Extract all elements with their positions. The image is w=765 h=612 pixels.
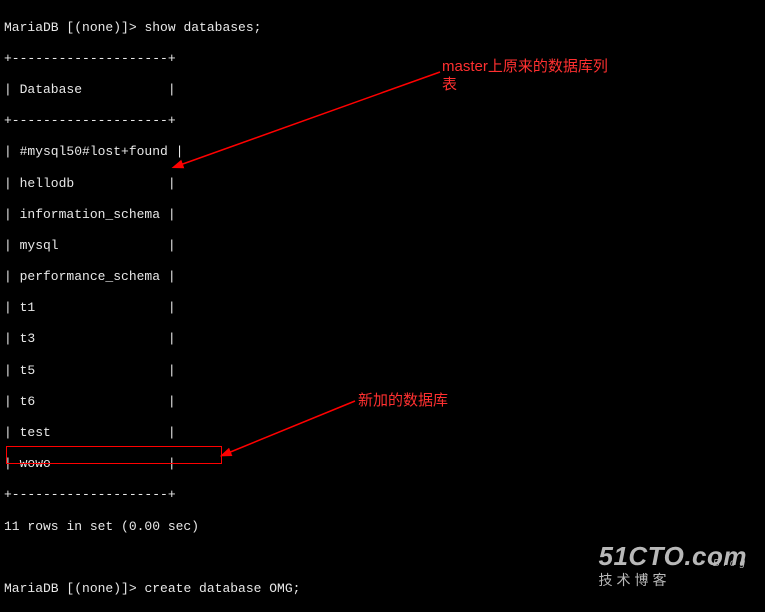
command-create: create database OMG;	[144, 581, 300, 596]
db-row: | test |	[4, 425, 300, 441]
watermark-bottom: 技术博客	[598, 572, 670, 588]
annotation-text: 表	[442, 76, 457, 93]
table-divider: +--------------------+	[4, 113, 300, 129]
db-row: | wowo |	[4, 456, 300, 472]
command-show-1: show databases;	[144, 20, 261, 35]
db-row: | t5 |	[4, 363, 300, 379]
db-row: | hellodb |	[4, 176, 300, 192]
db-row: | information_schema |	[4, 207, 300, 223]
annotation-master-list: master上原来的数据库列 表	[442, 58, 608, 94]
db-row: | performance_schema |	[4, 269, 300, 285]
table-divider: +--------------------+	[4, 487, 300, 503]
watermark-top: 51CTO.com	[598, 541, 747, 572]
db-row: | t3 |	[4, 331, 300, 347]
annotation-text: 新加的数据库	[358, 392, 448, 409]
db-row: | t6 |	[4, 394, 300, 410]
result-rows: 11 rows in set (0.00 sec)	[4, 519, 300, 535]
db-row: | mysql |	[4, 238, 300, 254]
annotation-text: master上原来的数据库列	[442, 58, 608, 75]
terminal-output: MariaDB [(none)]> show databases; +-----…	[4, 4, 300, 612]
table-divider: +--------------------+	[4, 51, 300, 67]
annotation-new-db: 新加的数据库	[358, 392, 448, 410]
prompt: MariaDB [(none)]>	[4, 20, 144, 35]
watermark: 51CTO.com 技术博客 Blog	[598, 541, 747, 590]
prompt: MariaDB [(none)]>	[4, 581, 144, 596]
db-row: | #mysql50#lost+found |	[4, 144, 300, 160]
table-header: | Database |	[4, 82, 300, 98]
db-row: | t1 |	[4, 300, 300, 316]
